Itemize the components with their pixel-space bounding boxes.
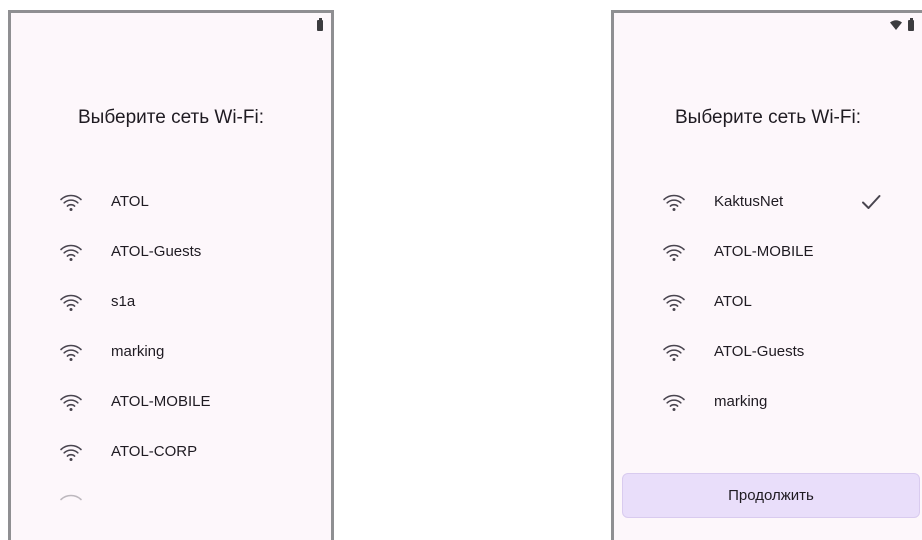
wifi-network-item[interactable]: ATOL-CORP (11, 427, 331, 477)
wifi-network-list[interactable]: KaktusNet ATOL-MOBILE ATOL ATOL-Guests m… (614, 177, 922, 427)
wifi-icon (60, 194, 82, 211)
network-name: ATOL (111, 193, 149, 210)
network-name: ATOL (714, 293, 752, 310)
wifi-icon (60, 394, 82, 411)
status-bar (890, 17, 914, 31)
left-phone-screen: Выберите сеть Wi-Fi: ATOL ATOL-Guests s1… (8, 10, 334, 540)
wifi-network-item[interactable]: ATOL-MOBILE (11, 377, 331, 427)
network-name: marking (714, 393, 768, 410)
wifi-icon (60, 294, 82, 311)
wifi-icon (890, 20, 902, 30)
checkmark-icon (862, 195, 881, 209)
network-name: marking (111, 343, 165, 360)
network-name: KaktusNet (714, 193, 784, 210)
right-phone-screen: Выберите сеть Wi-Fi: KaktusNet ATOL-MOBI… (611, 10, 922, 540)
network-name: ATOL-Guests (111, 243, 202, 260)
wifi-network-item[interactable]: ATOL (11, 177, 331, 227)
wifi-icon (663, 194, 685, 211)
network-name: ATOL-MOBILE (714, 243, 814, 260)
page-title: Выберите сеть Wi-Fi: (675, 107, 861, 128)
wifi-network-item-partial[interactable] (11, 477, 331, 507)
wifi-network-item[interactable]: marking (614, 377, 922, 427)
status-bar (317, 17, 323, 31)
wifi-icon (60, 444, 82, 461)
wifi-icon (60, 244, 82, 261)
wifi-network-item[interactable]: s1a (11, 277, 331, 327)
wifi-network-item[interactable]: ATOL-Guests (614, 327, 922, 377)
wifi-network-item[interactable]: marking (11, 327, 331, 377)
wifi-icon (663, 394, 685, 411)
battery-icon (908, 17, 914, 31)
wifi-icon (663, 294, 685, 311)
wifi-network-item[interactable]: ATOL-Guests (11, 227, 331, 277)
wifi-network-item-selected[interactable]: KaktusNet (614, 177, 922, 227)
network-name: ATOL-CORP (111, 443, 198, 460)
wifi-network-item[interactable]: ATOL-MOBILE (614, 227, 922, 277)
continue-button[interactable]: Продолжить (622, 473, 920, 518)
wifi-icon (663, 344, 685, 361)
battery-icon (317, 17, 323, 31)
network-name: ATOL-MOBILE (111, 393, 211, 410)
network-name: s1a (111, 293, 136, 310)
wifi-icon (60, 494, 82, 501)
wifi-icon (60, 344, 82, 361)
wifi-network-item[interactable]: ATOL (614, 277, 922, 327)
page-title: Выберите сеть Wi-Fi: (78, 107, 264, 128)
wifi-network-list[interactable]: ATOL ATOL-Guests s1a marking ATOL-MOBILE… (11, 177, 331, 507)
wifi-icon (663, 244, 685, 261)
network-name: ATOL-Guests (714, 343, 805, 360)
